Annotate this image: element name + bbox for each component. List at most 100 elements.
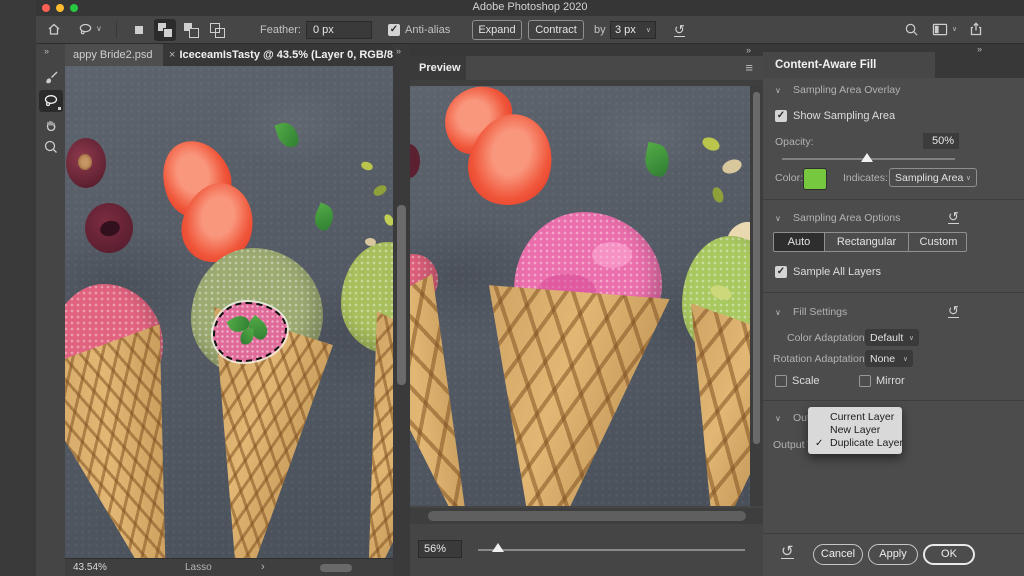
rotation-adaptation-dropdown[interactable]: None ∨ [865, 350, 913, 367]
tools-panel: » [36, 44, 65, 576]
chevron-right-icon[interactable]: › [261, 561, 265, 573]
mirror-checkbox[interactable] [859, 375, 871, 387]
preview-vertical-scrollbar[interactable] [750, 86, 763, 506]
document-tab-bar: appy Bride2.psd × IceceamIsTasty @ 43.5% … [65, 44, 423, 66]
horizontal-scrollbar-thumb[interactable] [320, 564, 352, 572]
add-to-selection-button[interactable] [154, 19, 176, 41]
antialias-label: Anti-alias [405, 24, 451, 36]
tab-document-active[interactable]: × IceceamIsTasty @ 43.5% (Layer 0, RGB/8) [163, 44, 423, 66]
chevron-down-icon[interactable]: ∨ [96, 24, 102, 33]
sample-all-layers-label: Sample All Layers [793, 266, 882, 278]
preview-horizontal-scrollbar[interactable] [410, 508, 763, 524]
feather-label: Feather: [260, 24, 301, 36]
new-selection-button[interactable] [128, 19, 150, 41]
zoom-tool[interactable] [39, 136, 63, 158]
preview-vscroll-thumb[interactable] [753, 92, 760, 444]
reset-fill-settings-icon[interactable]: ↺ [948, 304, 959, 318]
expand-button[interactable]: Expand [472, 20, 522, 40]
section-chevron-icon[interactable]: ∨ [775, 214, 781, 223]
search-icon[interactable] [904, 22, 919, 42]
scale-label: Scale [792, 375, 820, 387]
sampling-brush-tool[interactable] [39, 66, 63, 88]
contract-button[interactable]: Contract [528, 20, 584, 40]
tab-content-aware-fill[interactable]: Content-Aware Fill [763, 52, 935, 78]
tool-flyout-indicator [58, 107, 61, 110]
lasso-tool-preset-icon[interactable] [78, 22, 93, 42]
mirror-label: Mirror [876, 375, 905, 387]
show-sampling-label: Show Sampling Area [793, 110, 896, 122]
options-bar: ∨ Feather: ✓ Anti-alias Expand Contract … [36, 16, 1024, 44]
sampling-mode-auto[interactable]: Auto [774, 233, 824, 251]
sample-all-layers-checkbox[interactable]: ✓ [775, 266, 787, 278]
chevron-down-icon: ∨ [902, 355, 908, 363]
menu-item-new-layer[interactable]: New Layer [808, 424, 902, 437]
lasso-tool[interactable] [39, 90, 63, 112]
close-tab-icon[interactable]: × [169, 49, 175, 61]
indicates-dropdown[interactable]: Sampling Area ∨ [889, 168, 977, 187]
menu-item-duplicate-layer[interactable]: ✓ Duplicate Layer [808, 437, 903, 450]
amount-select[interactable]: 3 px ∨ [610, 21, 656, 39]
share-icon[interactable] [968, 21, 984, 42]
opacity-slider-thumb[interactable] [861, 153, 873, 162]
color-label: Color: [775, 172, 804, 184]
document-vertical-scrollbar[interactable]: » [393, 44, 410, 576]
sampling-overlay-header[interactable]: Sampling Area Overlay [793, 84, 900, 96]
titlebar: Adobe Photoshop 2020 [36, 0, 1024, 16]
intersect-selection-button[interactable] [206, 19, 228, 41]
sampling-options-header[interactable]: Sampling Area Options [793, 212, 900, 224]
overlay-color-swatch[interactable] [803, 168, 827, 190]
panel-collapse-icon[interactable]: » [396, 46, 401, 56]
content-aware-fill-panel: » Content-Aware Fill ∨ Sampling Area Ove… [763, 44, 1024, 576]
reset-sampling-options-icon[interactable]: ↺ [948, 210, 959, 224]
preview-hscroll-thumb[interactable] [428, 511, 746, 521]
section-chevron-icon[interactable]: ∨ [775, 308, 781, 317]
ok-button[interactable]: OK [923, 544, 975, 565]
photo-cherry-half [85, 203, 133, 253]
subtract-from-selection-button[interactable] [180, 19, 202, 41]
section-chevron-icon[interactable]: ∨ [775, 414, 781, 423]
preview-zoom-slider[interactable] [478, 549, 745, 551]
cancel-button[interactable]: Cancel [813, 544, 863, 565]
chevron-down-icon: ∨ [908, 334, 914, 342]
zoom-level[interactable]: 43.54% [73, 562, 107, 573]
collapse-tools-icon[interactable]: » [44, 46, 49, 56]
scale-checkbox[interactable] [775, 375, 787, 387]
chevron-down-icon[interactable]: ∨ [952, 25, 957, 33]
document-canvas[interactable] [65, 66, 393, 558]
preview-zoom-slider-thumb[interactable] [492, 543, 504, 552]
fill-settings-header[interactable]: Fill Settings [793, 306, 847, 318]
chevron-down-icon: ∨ [645, 27, 651, 34]
photo-cherry-half [66, 138, 106, 188]
active-document-title: IceceamIsTasty @ 43.5% (Layer 0, RGB/8) [179, 49, 397, 61]
color-adaptation-dropdown[interactable]: Default ∨ [865, 329, 919, 346]
menu-item-current-layer[interactable]: Current Layer [808, 411, 902, 424]
hand-tool[interactable] [39, 114, 63, 136]
chevron-down-icon: ∨ [965, 174, 971, 182]
sampling-mode-custom[interactable]: Custom [908, 233, 966, 251]
feather-input[interactable] [306, 21, 372, 39]
check-icon: ✓ [815, 438, 824, 449]
antialias-checkbox[interactable]: ✓ [388, 24, 400, 36]
by-label: by [594, 24, 606, 36]
tab-document-inactive[interactable]: appy Bride2.psd [65, 44, 163, 66]
collapse-preview-icon[interactable]: » [746, 45, 751, 55]
divider [116, 21, 117, 38]
vertical-scrollbar-thumb[interactable] [397, 205, 406, 385]
workspace-icon[interactable] [932, 22, 948, 42]
section-chevron-icon[interactable]: ∨ [775, 86, 781, 95]
photoshop-window: Adobe Photoshop 2020 ∨ Feather: ✓ [0, 0, 1024, 576]
reset-all-icon[interactable]: ↺ [781, 544, 794, 559]
output-to-menu: Current Layer New Layer ✓ Duplicate Laye… [808, 407, 903, 454]
tab-preview[interactable]: Preview [410, 56, 466, 80]
new-selection-icon [135, 26, 143, 34]
panel-menu-icon[interactable]: ≡ [745, 60, 753, 75]
reset-options-icon[interactable]: ↺ [674, 23, 685, 37]
home-icon[interactable] [46, 21, 62, 42]
sampling-mode-rectangular[interactable]: Rectangular [824, 233, 908, 251]
preview-canvas[interactable] [410, 86, 750, 506]
show-sampling-checkbox[interactable]: ✓ [775, 110, 787, 122]
apply-button[interactable]: Apply [868, 544, 918, 565]
preview-zoom-input[interactable] [418, 540, 462, 558]
rotation-adaptation-label: Rotation Adaptation: [773, 353, 868, 365]
opacity-value-input[interactable] [923, 133, 959, 149]
